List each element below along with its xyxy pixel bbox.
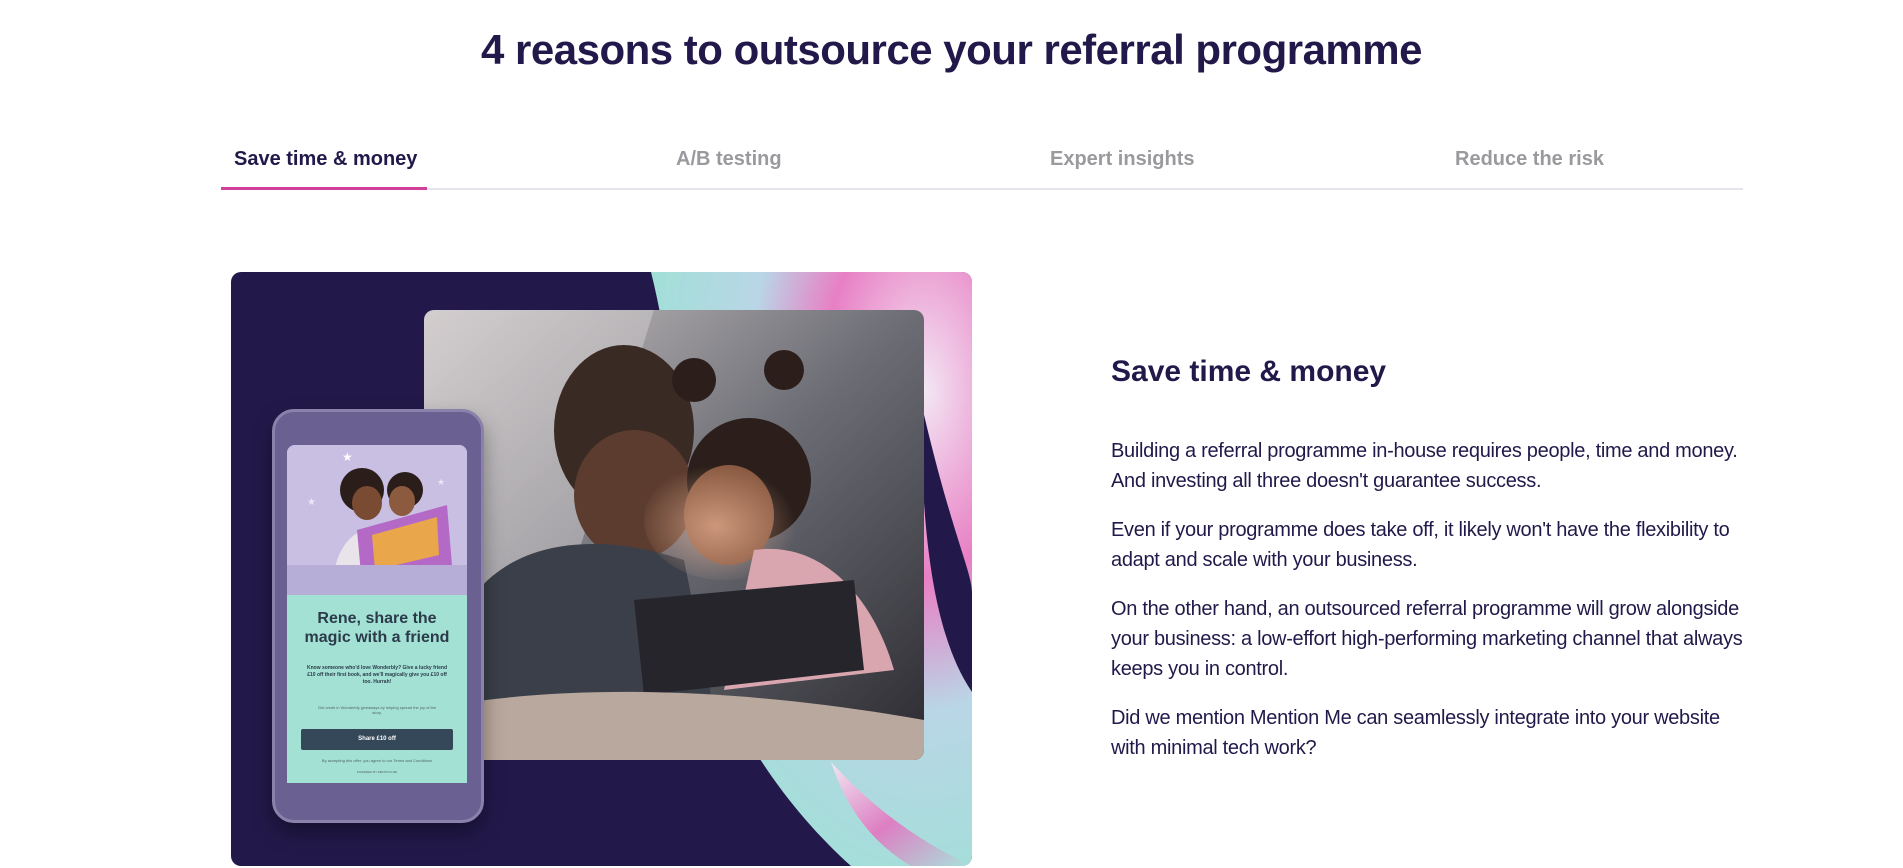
svg-text:★: ★ [342,450,353,464]
page-heading: 4 reasons to outsource your referral pro… [481,26,1422,73]
hero-illustration: ★ ★ ★ Rene, share the magic with a frien… [231,272,972,866]
tab-bar-divider [221,188,1743,190]
paragraph-1: Building a referral programme in-house r… [1111,440,1738,492]
paragraph-2: Even if your programme does take off, it… [1111,519,1730,571]
phone-powered-by: POWERED BY MENTION ME [356,770,398,774]
active-tab-indicator [221,187,427,190]
photo-image [424,310,924,760]
paragraph-4: Did we mention Mention Me can seamlessly… [1111,707,1720,759]
tab-save-time-money[interactable]: Save time & money [234,148,417,171]
paragraph-3: On the other hand, an outsourced referra… [1111,598,1743,680]
tab-bar: Save time & money A/B testing Expert ins… [221,130,1743,190]
phone-mockup: ★ ★ ★ Rene, share the magic with a frien… [272,409,484,823]
svg-text:★: ★ [307,497,316,508]
phone-referral-title: Rene, share the magic with a friend [304,610,450,646]
phone-fine-print: Get credit in Wonderbly giveaways by hel… [317,705,437,715]
phone-screen-image: ★ ★ ★ [287,445,467,595]
tab-ab-testing[interactable]: A/B testing [676,148,782,171]
tab-expert-insights[interactable]: Expert insights [1050,148,1194,171]
phone-screen: ★ ★ ★ Rene, share the magic with a frien… [287,445,467,783]
tab-reduce-the-risk[interactable]: Reduce the risk [1455,148,1604,171]
section-title: Save time & money [1111,355,1387,388]
children-reading-illustration: ★ ★ ★ [287,445,467,595]
svg-text:★: ★ [437,477,445,487]
phone-share-button: Share £10 off [301,729,453,750]
phone-legal-text: By accepting this offer, you agree to ou… [321,758,433,763]
phone-referral-card: Rene, share the magic with a friend Know… [287,595,467,783]
phone-referral-body: Know someone who'd love Wonderbly? Give … [306,665,447,685]
hero-photo-parent-child-tablet [424,310,924,760]
